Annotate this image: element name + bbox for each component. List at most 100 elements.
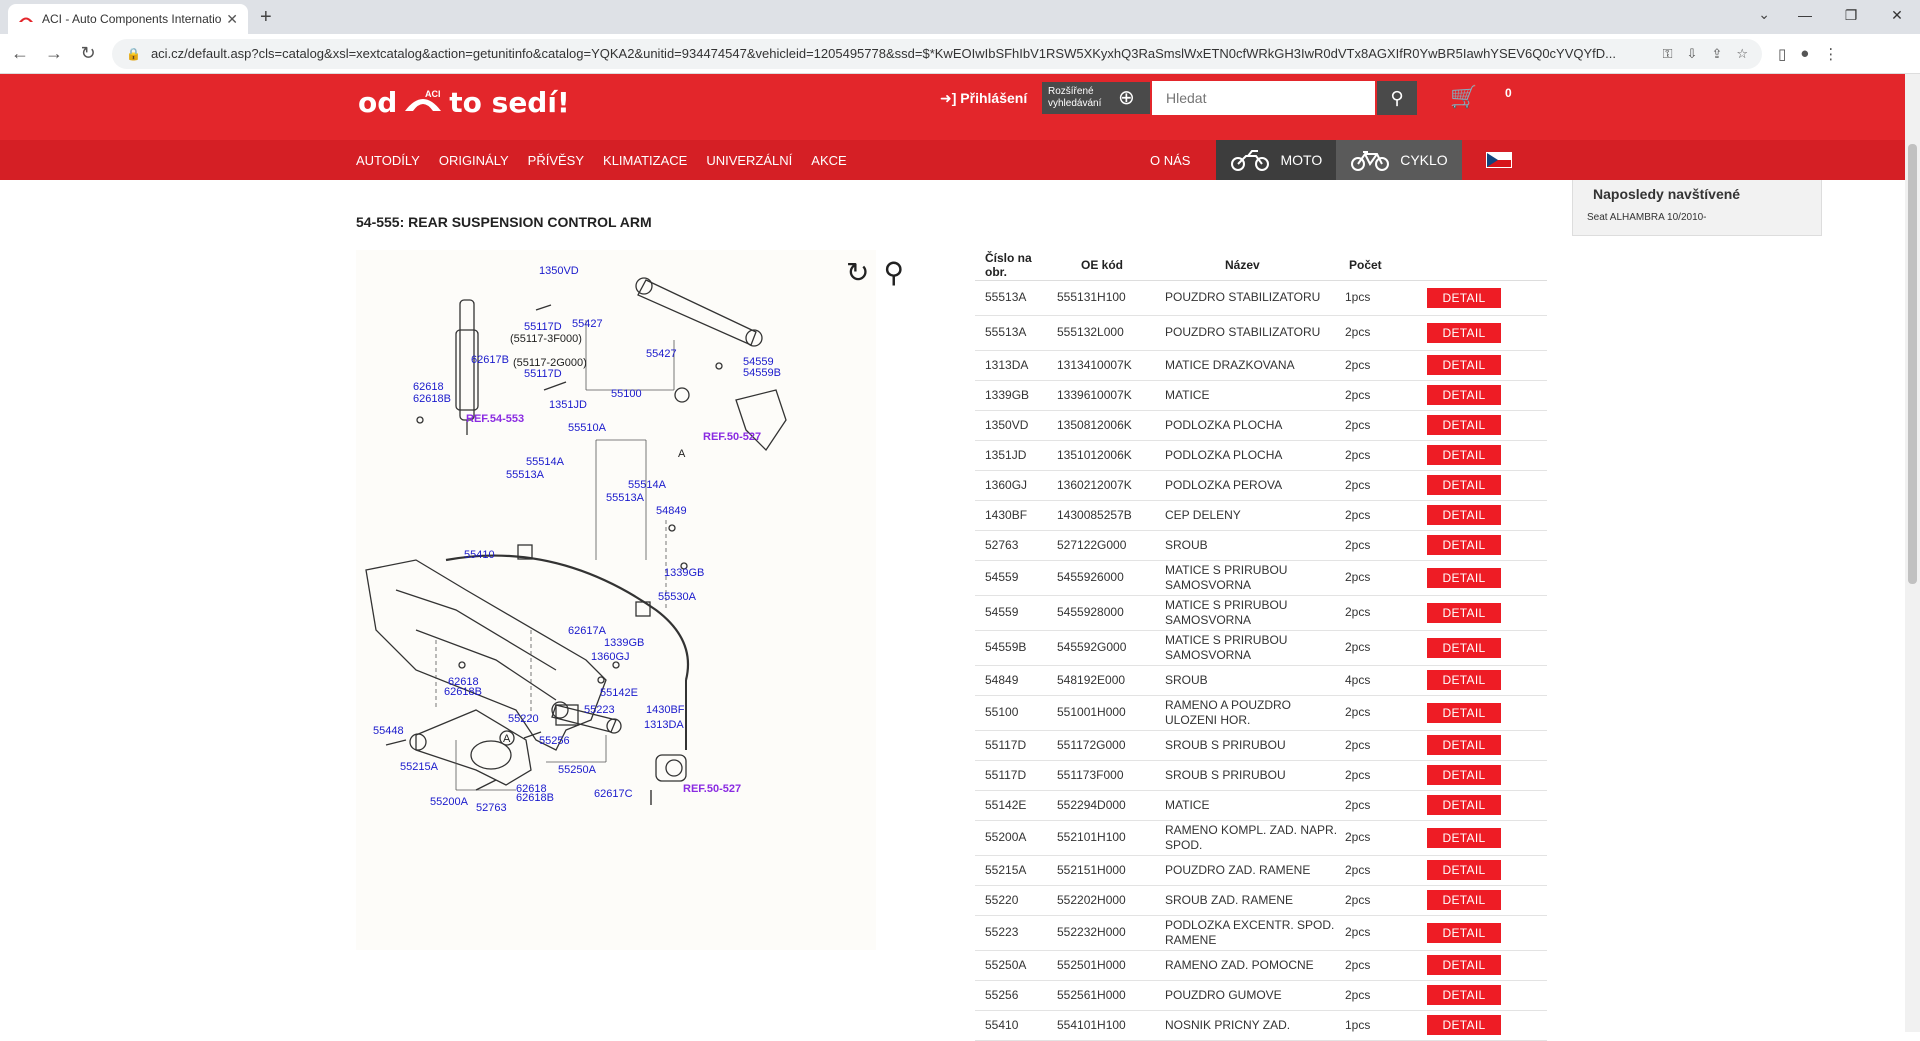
detail-button[interactable]: DETAIL (1427, 922, 1501, 943)
diagram-label[interactable]: 55117D (524, 368, 562, 380)
diagram-label[interactable]: 1351JD (549, 399, 587, 411)
reload-icon[interactable]: ↻ (74, 43, 102, 64)
diagram-label[interactable]: 1430BF (646, 704, 685, 716)
side-panel-icon[interactable]: ▯ (1778, 45, 1786, 63)
profile-icon[interactable]: ● (1800, 45, 1809, 63)
nav-originaly[interactable]: ORIGINÁLY (439, 153, 509, 168)
diagram-label[interactable]: 55410 (464, 549, 495, 561)
new-tab-icon[interactable]: + (260, 6, 272, 29)
nav-klimatizace[interactable]: KLIMATIZACE (603, 153, 687, 168)
parts-diagram[interactable]: 1350VD 55117D (55117-3F000) 55427 55427 … (356, 250, 876, 950)
url-field[interactable]: 🔒 aci.cz/default.asp?cls=catalog&xsl=xex… (112, 38, 1762, 69)
diagram-label[interactable]: 55223 (584, 704, 615, 716)
bookmark-star-icon[interactable]: ☆ (1736, 46, 1748, 62)
diagram-label[interactable]: 55510A (568, 422, 607, 434)
nav-univerzalni[interactable]: UNIVERZÁLNÍ (706, 153, 792, 168)
diagram-label[interactable]: 55427 (646, 348, 677, 360)
detail-button[interactable]: DETAIL (1427, 602, 1501, 623)
nav-privesy[interactable]: PŘÍVĚSY (528, 153, 584, 168)
nav-moto[interactable]: MOTO (1216, 140, 1337, 180)
advanced-search-button[interactable]: Rozšířené vyhledávání ⊕ (1042, 82, 1150, 114)
diagram-label[interactable]: 52763 (476, 802, 507, 814)
close-tab-icon[interactable]: ✕ (226, 11, 238, 28)
diagram-label[interactable]: 55200A (430, 796, 469, 808)
scrollbar-thumb[interactable] (1908, 144, 1917, 584)
detail-button[interactable]: DETAIL (1427, 535, 1501, 555)
nav-cyklo[interactable]: CYKLO (1336, 140, 1462, 180)
ref-link[interactable]: REF.50-527 (703, 431, 761, 443)
detail-button[interactable]: DETAIL (1427, 735, 1501, 755)
diagram-label[interactable]: 55530A (658, 591, 697, 603)
nav-about[interactable]: O NÁS (1150, 153, 1190, 168)
diagram-label[interactable]: 1313DA (644, 719, 684, 731)
detail-button[interactable]: DETAIL (1427, 637, 1501, 658)
detail-button[interactable]: DETAIL (1427, 827, 1501, 848)
tab-search-chevron-icon[interactable]: ⌄ (1758, 6, 1770, 23)
diagram-label[interactable]: 54559B (743, 367, 781, 379)
detail-button[interactable]: DETAIL (1427, 415, 1501, 435)
diagram-label[interactable]: 62617B (471, 354, 509, 366)
detail-button[interactable]: DETAIL (1427, 702, 1501, 723)
rotate-icon[interactable]: ↻ (846, 256, 869, 289)
search-button[interactable]: ⚲ (1377, 81, 1417, 115)
share-icon[interactable]: ⇪ (1711, 46, 1722, 62)
detail-button[interactable]: DETAIL (1427, 475, 1501, 495)
nav-autodily[interactable]: AUTODÍLY (356, 153, 420, 168)
diagram-label[interactable]: 1339GB (664, 567, 704, 579)
detail-button[interactable]: DETAIL (1427, 795, 1501, 815)
diagram-label[interactable]: 55513A (606, 492, 645, 504)
diagram-label[interactable]: 1339GB (604, 637, 644, 649)
diagram-label[interactable]: 55513A (506, 469, 545, 481)
nav-akce[interactable]: AKCE (811, 153, 846, 168)
detail-button[interactable]: DETAIL (1427, 385, 1501, 405)
close-window-icon[interactable]: ✕ (1874, 0, 1920, 34)
diagram-label[interactable]: 1360GJ (591, 651, 630, 663)
diagram-label[interactable]: 62617A (568, 625, 607, 637)
page-scrollbar[interactable] (1905, 74, 1920, 1032)
diagram-label[interactable]: 62618B (444, 686, 482, 698)
diagram-label[interactable]: 54849 (656, 505, 687, 517)
diagram-label[interactable]: 55117D (524, 321, 562, 333)
detail-button[interactable]: DETAIL (1427, 765, 1501, 785)
diagram-label[interactable]: 55250A (558, 764, 597, 776)
key-icon[interactable]: ⚿ (1663, 46, 1673, 62)
diagram-label[interactable]: 62618B (413, 393, 451, 405)
detail-button[interactable]: DETAIL (1427, 287, 1501, 308)
detail-button[interactable]: DETAIL (1427, 445, 1501, 465)
diagram-label[interactable]: 55427 (572, 318, 603, 330)
minimize-icon[interactable]: — (1782, 0, 1828, 34)
detail-button[interactable]: DETAIL (1427, 985, 1501, 1005)
diagram-label[interactable]: 55514A (526, 456, 565, 468)
browser-tab[interactable]: ACI - Auto Components Internatio ✕ (8, 4, 248, 34)
diagram-label[interactable]: 55215A (400, 761, 439, 773)
search-input[interactable] (1152, 81, 1375, 115)
ref-link[interactable]: REF.50-527 (683, 783, 741, 795)
maximize-icon[interactable]: ❐ (1828, 0, 1874, 34)
lock-icon[interactable]: 🔒 (126, 47, 141, 61)
menu-icon[interactable]: ⋮ (1823, 45, 1838, 63)
login-link[interactable]: ➜] Přihlášení (940, 90, 1027, 107)
install-icon[interactable]: ⇩ (1687, 46, 1698, 62)
diagram-label[interactable]: 62618B (516, 792, 554, 804)
detail-button[interactable]: DETAIL (1427, 505, 1501, 525)
diagram-label[interactable]: 55256 (539, 735, 570, 747)
zoom-in-icon[interactable]: ⚲ (883, 256, 904, 289)
diagram-label[interactable]: 55100 (611, 388, 642, 400)
diagram-label[interactable]: 62617C (594, 788, 633, 800)
site-logo[interactable]: od ACI to sedí! (358, 86, 570, 119)
diagram-label[interactable]: 55142E (600, 687, 638, 699)
detail-button[interactable]: DETAIL (1427, 567, 1501, 588)
czech-flag-icon[interactable] (1485, 152, 1512, 168)
ref-link[interactable]: REF.54-553 (466, 413, 524, 425)
detail-button[interactable]: DETAIL (1427, 955, 1501, 975)
detail-button[interactable]: DETAIL (1427, 1015, 1501, 1035)
detail-button[interactable]: DETAIL (1427, 355, 1501, 375)
recently-visited-item[interactable]: Seat ALHAMBRA 10/2010- (1587, 212, 1807, 223)
detail-button[interactable]: DETAIL (1427, 670, 1501, 690)
forward-icon[interactable]: → (40, 43, 68, 64)
detail-button[interactable]: DETAIL (1427, 890, 1501, 910)
diagram-label[interactable]: 55448 (373, 725, 404, 737)
diagram-label[interactable]: 55220 (508, 713, 539, 725)
diagram-label[interactable]: 62618 (413, 381, 444, 393)
diagram-label[interactable]: 55514A (628, 479, 667, 491)
